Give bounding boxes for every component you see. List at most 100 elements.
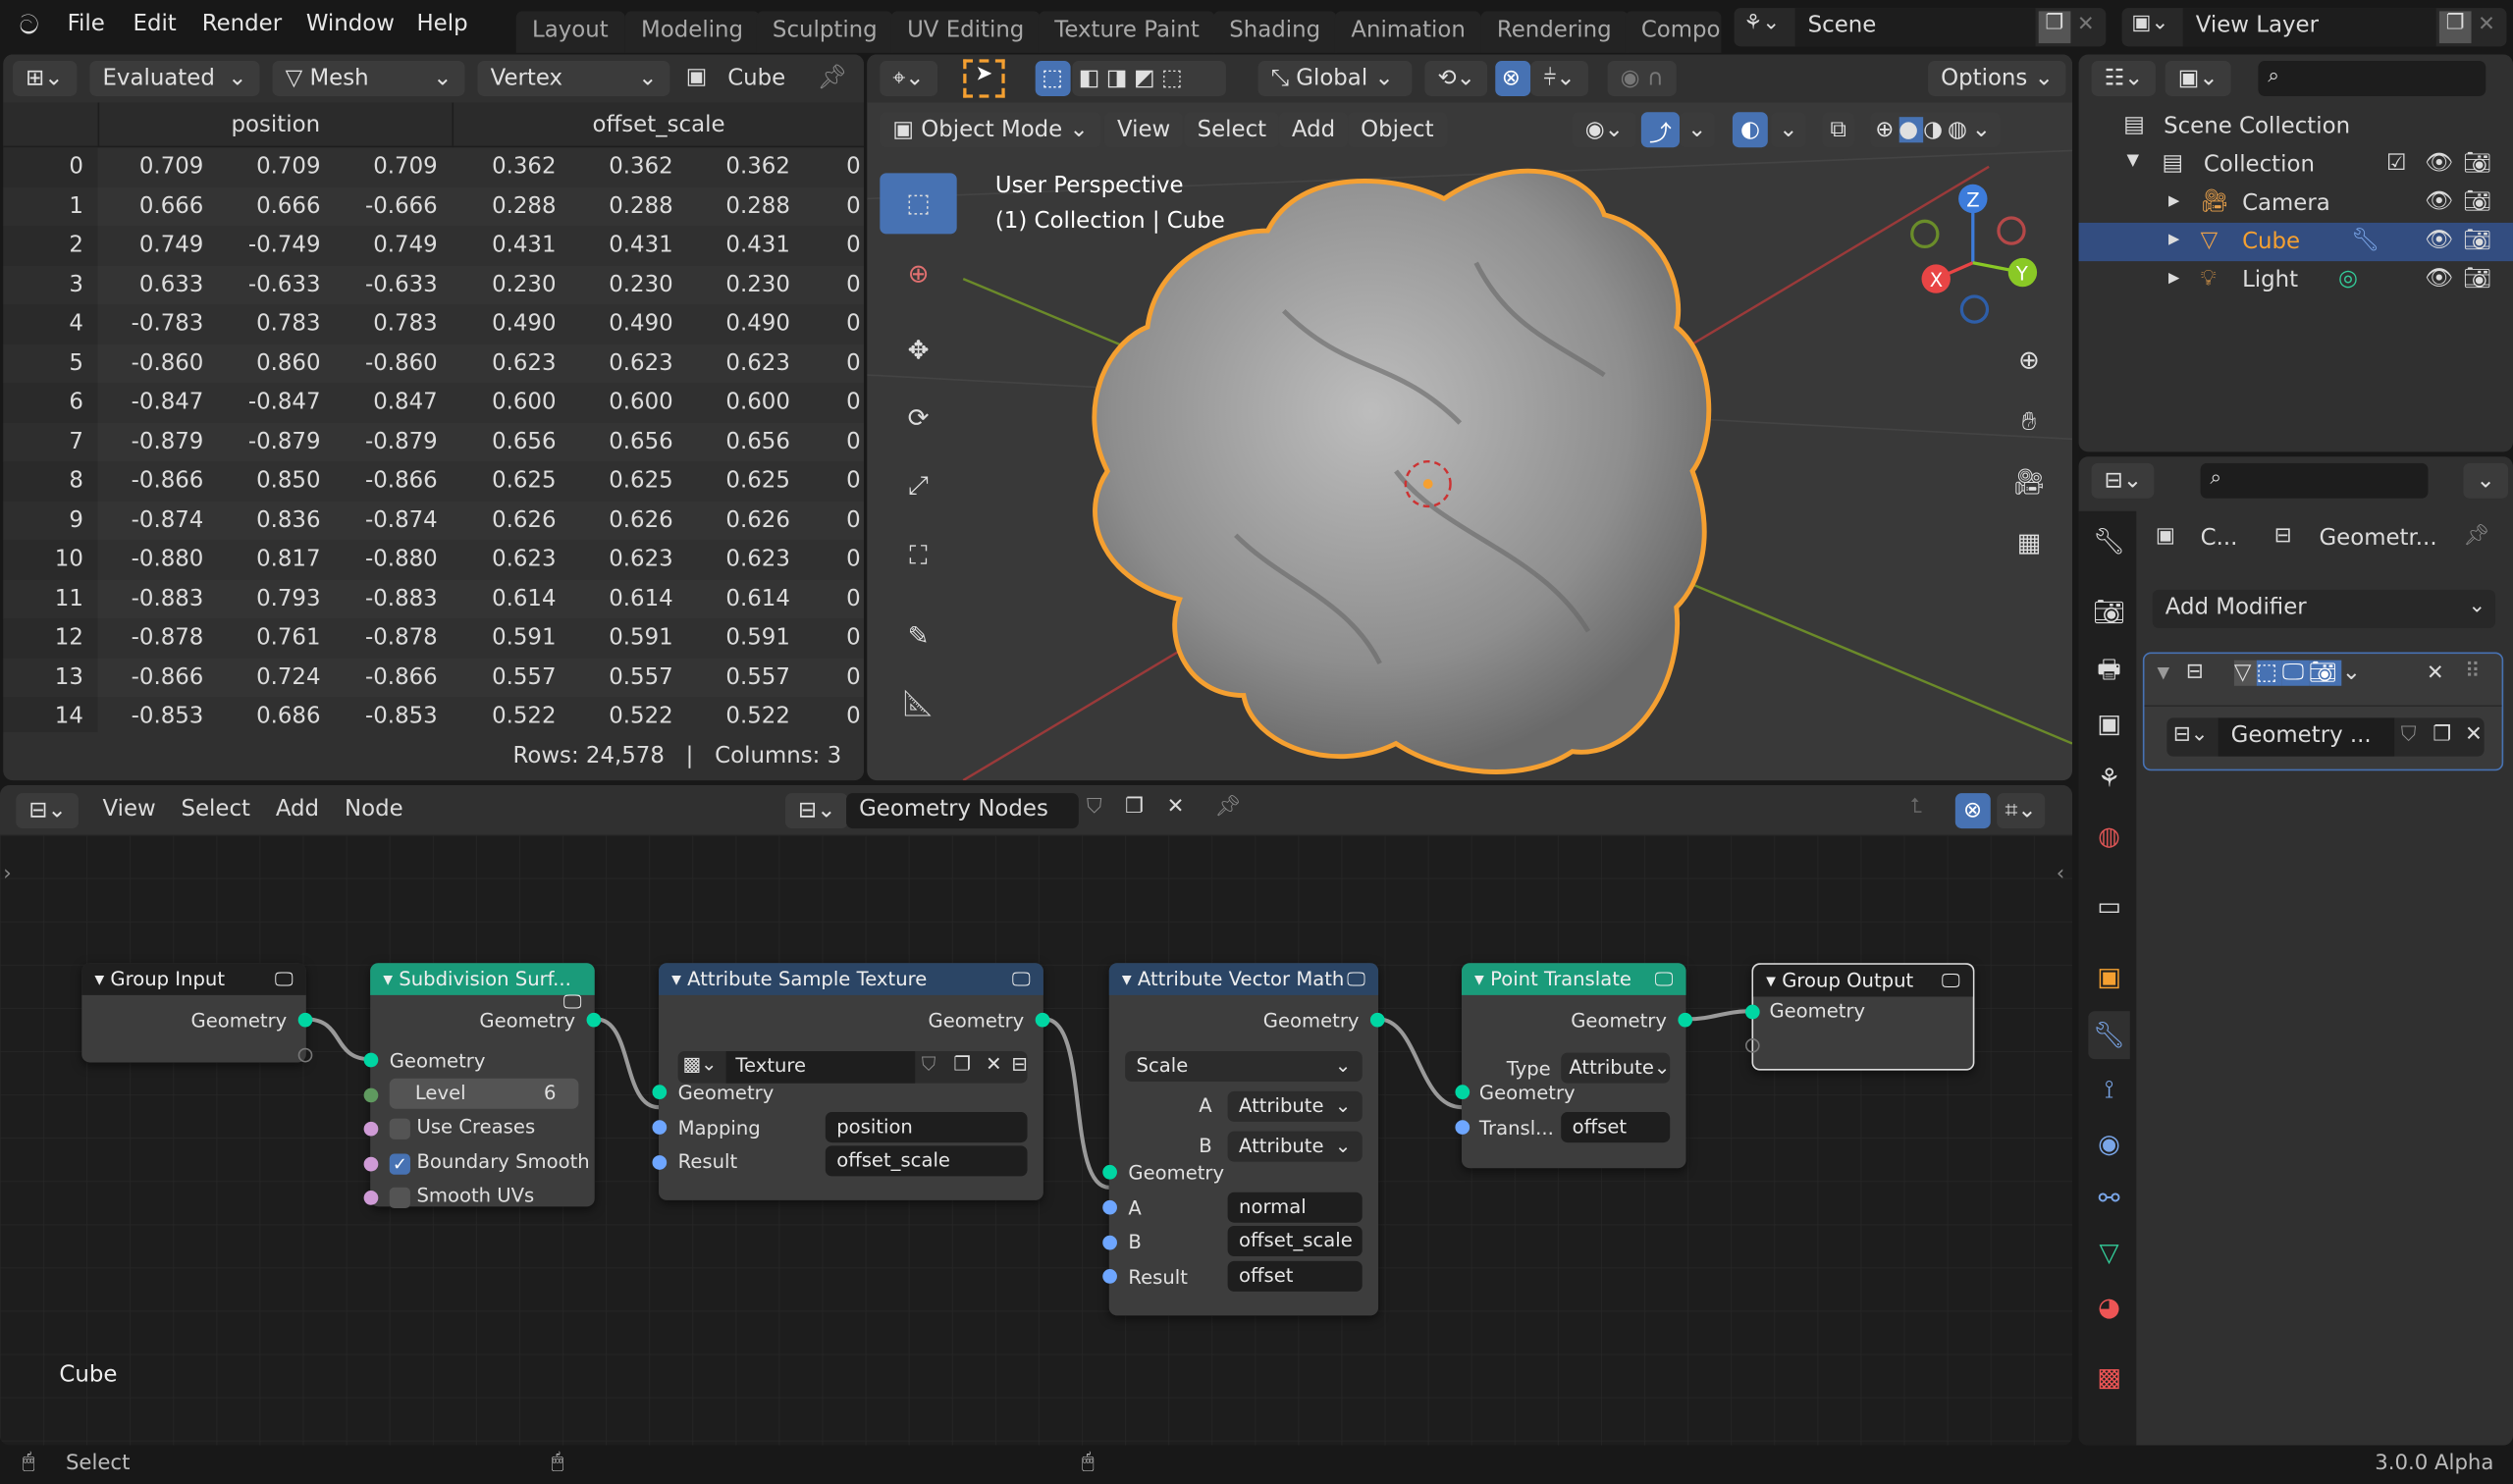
unlink-icon[interactable]: ✕ — [1167, 795, 1185, 819]
column-header-offset-scale[interactable]: offset_scale — [454, 112, 864, 137]
tab-compositing[interactable]: Compo — [1625, 11, 1722, 53]
new-view-layer-icon[interactable]: ❐ — [2438, 11, 2472, 44]
input-socket-geometry[interactable] — [1744, 1004, 1760, 1020]
node-header[interactable]: ▾ Attribute Vector Math 🖵 — [1108, 963, 1379, 995]
outliner-item-collection[interactable]: ▼ ▤ Collection ☑ 👁︎ 📷︎ — [2079, 146, 2513, 185]
material-tab-icon[interactable]: ◕ — [2088, 1284, 2129, 1332]
input-socket-b[interactable] — [1102, 1235, 1117, 1250]
outliner-scene-collection[interactable]: ▤ Scene Collection — [2079, 107, 2513, 145]
input-socket-mapping[interactable] — [652, 1120, 668, 1135]
editor-type-button[interactable]: ⊞⌄ — [13, 61, 78, 96]
data-type-dropdown[interactable]: ▽ Mesh ⌄ — [272, 61, 465, 96]
mode-dropdown[interactable]: ▣ Object Mode ⌄ — [880, 112, 1101, 148]
particles-tab-icon[interactable]: ⟟ — [2088, 1066, 2129, 1114]
menu-node[interactable]: Node — [345, 796, 403, 822]
render-camera-icon[interactable]: 📷︎ — [2463, 266, 2491, 292]
node-tree-selector[interactable]: Geometry Nodes — [846, 793, 1079, 829]
a-field[interactable]: normal — [1227, 1192, 1363, 1223]
tab-modeling[interactable]: Modeling — [624, 11, 760, 53]
snap-toggle[interactable]: ⊗ — [1495, 61, 1531, 96]
modifier-wrench-icon[interactable]: 🔧︎ — [2351, 228, 2379, 253]
transform-orientation[interactable]: ⤡ Global ⌄ — [1257, 61, 1413, 96]
select-mode-new[interactable]: ⬚ — [1035, 61, 1071, 96]
scene-tab-icon[interactable]: ⚘ — [2088, 755, 2129, 803]
new-scene-icon[interactable]: ❐ — [2038, 11, 2071, 44]
node-group-output[interactable]: ▾ Group Output 🖵 Geometry — [1744, 963, 1975, 1071]
drag-handle-icon[interactable]: ⠿ — [2465, 661, 2481, 684]
column-header-position[interactable]: position — [99, 112, 452, 137]
result-field[interactable]: offset — [1227, 1260, 1363, 1292]
node-subdivision-surface[interactable]: ▾ Subdivision Surf... 🖵 Geometry Geometry… — [363, 963, 602, 1209]
node-attribute-vector-math[interactable]: ▾ Attribute Vector Math 🖵 Geometry Scale ⌄… — [1102, 963, 1385, 1316]
shading-modes[interactable]: ⊕●◑◍⌄ — [1870, 112, 2001, 148]
input-socket-geometry[interactable] — [1102, 1164, 1117, 1180]
input-socket-a[interactable] — [1102, 1199, 1117, 1215]
node-editor[interactable]: ⊟⌄ View Select Add Node ⊟⌄ Geometry Node… — [0, 784, 2073, 1446]
mapping-field[interactable]: position — [825, 1112, 1028, 1143]
smooth-uvs-checkbox[interactable] — [389, 1187, 410, 1209]
delete-scene-icon[interactable]: ✕ — [2077, 13, 2095, 36]
render-tab-icon[interactable]: 📷︎ — [2088, 588, 2129, 636]
node-header[interactable]: ▾ Point Translate 🖵 — [1461, 963, 1686, 995]
pivot-point-button[interactable]: ⟲⌄ — [1424, 61, 1488, 96]
rotate-tool-icon[interactable]: ⟳ — [880, 388, 956, 449]
menu-add[interactable]: Add — [276, 796, 319, 822]
tab-uv-editing[interactable]: UV Editing — [890, 11, 1041, 53]
render-camera-icon[interactable]: 📷︎ — [2463, 228, 2491, 253]
pan-hand-icon[interactable]: ✋︎ — [2008, 400, 2050, 442]
fake-user-shield-icon[interactable]: ⛉ — [1087, 795, 1102, 819]
node-attribute-sample-texture[interactable]: ▾ Attribute Sample Texture 🖵 Geometry ▩⌄ … — [652, 963, 1050, 1200]
tool-tab-icon[interactable]: 🔧︎ — [2088, 517, 2129, 565]
modifier-tab-icon[interactable]: 🔧︎ — [2088, 1011, 2130, 1060]
display-mode-button[interactable]: ☷⌄ — [2091, 61, 2157, 96]
collapse-icon[interactable]: ▼ — [2158, 665, 2170, 683]
preview-icon[interactable]: 🖵 — [1942, 970, 1960, 993]
output-socket-empty[interactable] — [297, 1047, 313, 1063]
preview-icon[interactable]: 🖵 — [1012, 968, 1031, 991]
render-toggle[interactable]: 📷︎ — [2308, 660, 2342, 686]
output-socket-geometry[interactable] — [297, 1012, 313, 1028]
node-group-selector[interactable]: ⊟⌄ Geometry ... ⛉ ❐ ✕ — [2166, 717, 2485, 757]
use-creases-checkbox[interactable] — [389, 1118, 410, 1140]
edit-mode-toggle[interactable]: ▽ — [2233, 660, 2257, 686]
expand-icon[interactable]: ▶ — [2168, 194, 2179, 210]
node-point-translate[interactable]: ▾ Point Translate 🖵 Geometry Type Attribu… — [1455, 963, 1693, 1169]
world-tab-icon[interactable]: ◍ — [2088, 813, 2129, 861]
expand-icon[interactable]: ▼ — [2127, 152, 2140, 170]
collection-tab-icon[interactable]: ▭ — [2088, 883, 2129, 931]
render-camera-icon[interactable]: 📷︎ — [2463, 150, 2491, 176]
scene-name[interactable]: Scene — [1808, 13, 1877, 38]
menu-add[interactable]: Add — [1278, 112, 1349, 148]
measure-tool-icon[interactable]: 📐︎ — [880, 673, 956, 734]
tab-animation[interactable]: Animation — [1334, 11, 1482, 53]
eye-icon[interactable]: 👁︎ — [2425, 228, 2453, 253]
breadcrumb-modifier[interactable]: Geometr... — [2319, 526, 2436, 552]
input-socket-result[interactable] — [1102, 1269, 1117, 1284]
tab-texture-paint[interactable]: Texture Paint — [1038, 11, 1216, 53]
node-header[interactable]: ▾ Group Input 🖵 — [81, 963, 306, 995]
editor-type-button[interactable]: ⊟⌄ — [16, 793, 80, 829]
view-layer-selector[interactable]: ▣⌄ View Layer ❐ ✕ — [2121, 8, 2507, 47]
duplicate-icon[interactable]: ❐ — [953, 1053, 971, 1076]
outliner-item-camera[interactable]: ▶ 🎥︎ Camera 👁︎ 📷︎ — [2079, 185, 2513, 223]
expand-icon[interactable]: ▶ — [2168, 271, 2179, 287]
node-group-input[interactable]: ▾ Group Input 🖵 Geometry — [81, 963, 313, 1063]
input-socket-smooth-uvs[interactable] — [363, 1191, 379, 1205]
physics-tab-icon[interactable]: ◉ — [2088, 1120, 2129, 1168]
toggle-icon[interactable]: ⊟ — [1011, 1053, 1027, 1076]
duplicate-icon[interactable]: ❐ — [2433, 722, 2451, 746]
sidebar-expand-icon[interactable]: ‹ — [2057, 862, 2064, 885]
properties-search[interactable]: ⌕ — [2200, 462, 2429, 499]
constraints-tab-icon[interactable]: ⚯ — [2088, 1175, 2129, 1223]
breadcrumb-object[interactable]: C... — [2201, 526, 2238, 552]
scene-selector[interactable]: ⚘⌄ Scene ❐ ✕ — [1734, 8, 2107, 47]
output-tab-icon[interactable]: 🖶 — [2088, 646, 2129, 694]
add-modifier-dropdown[interactable]: Add Modifier ⌄ — [2152, 589, 2496, 628]
input-socket-level[interactable] — [363, 1087, 379, 1103]
data-tab-icon[interactable]: ▽ — [2088, 1229, 2129, 1277]
fake-user-shield-icon[interactable]: ⛉ — [2401, 722, 2417, 746]
menu-file[interactable]: File — [68, 11, 105, 36]
translation-field[interactable]: offset — [1561, 1112, 1671, 1143]
perspective-toggle-icon[interactable]: ▦ — [2008, 522, 2050, 563]
outliner-item-light[interactable]: ▶ 💡︎ Light ◎ 👁︎ 📷︎ — [2079, 261, 2513, 299]
